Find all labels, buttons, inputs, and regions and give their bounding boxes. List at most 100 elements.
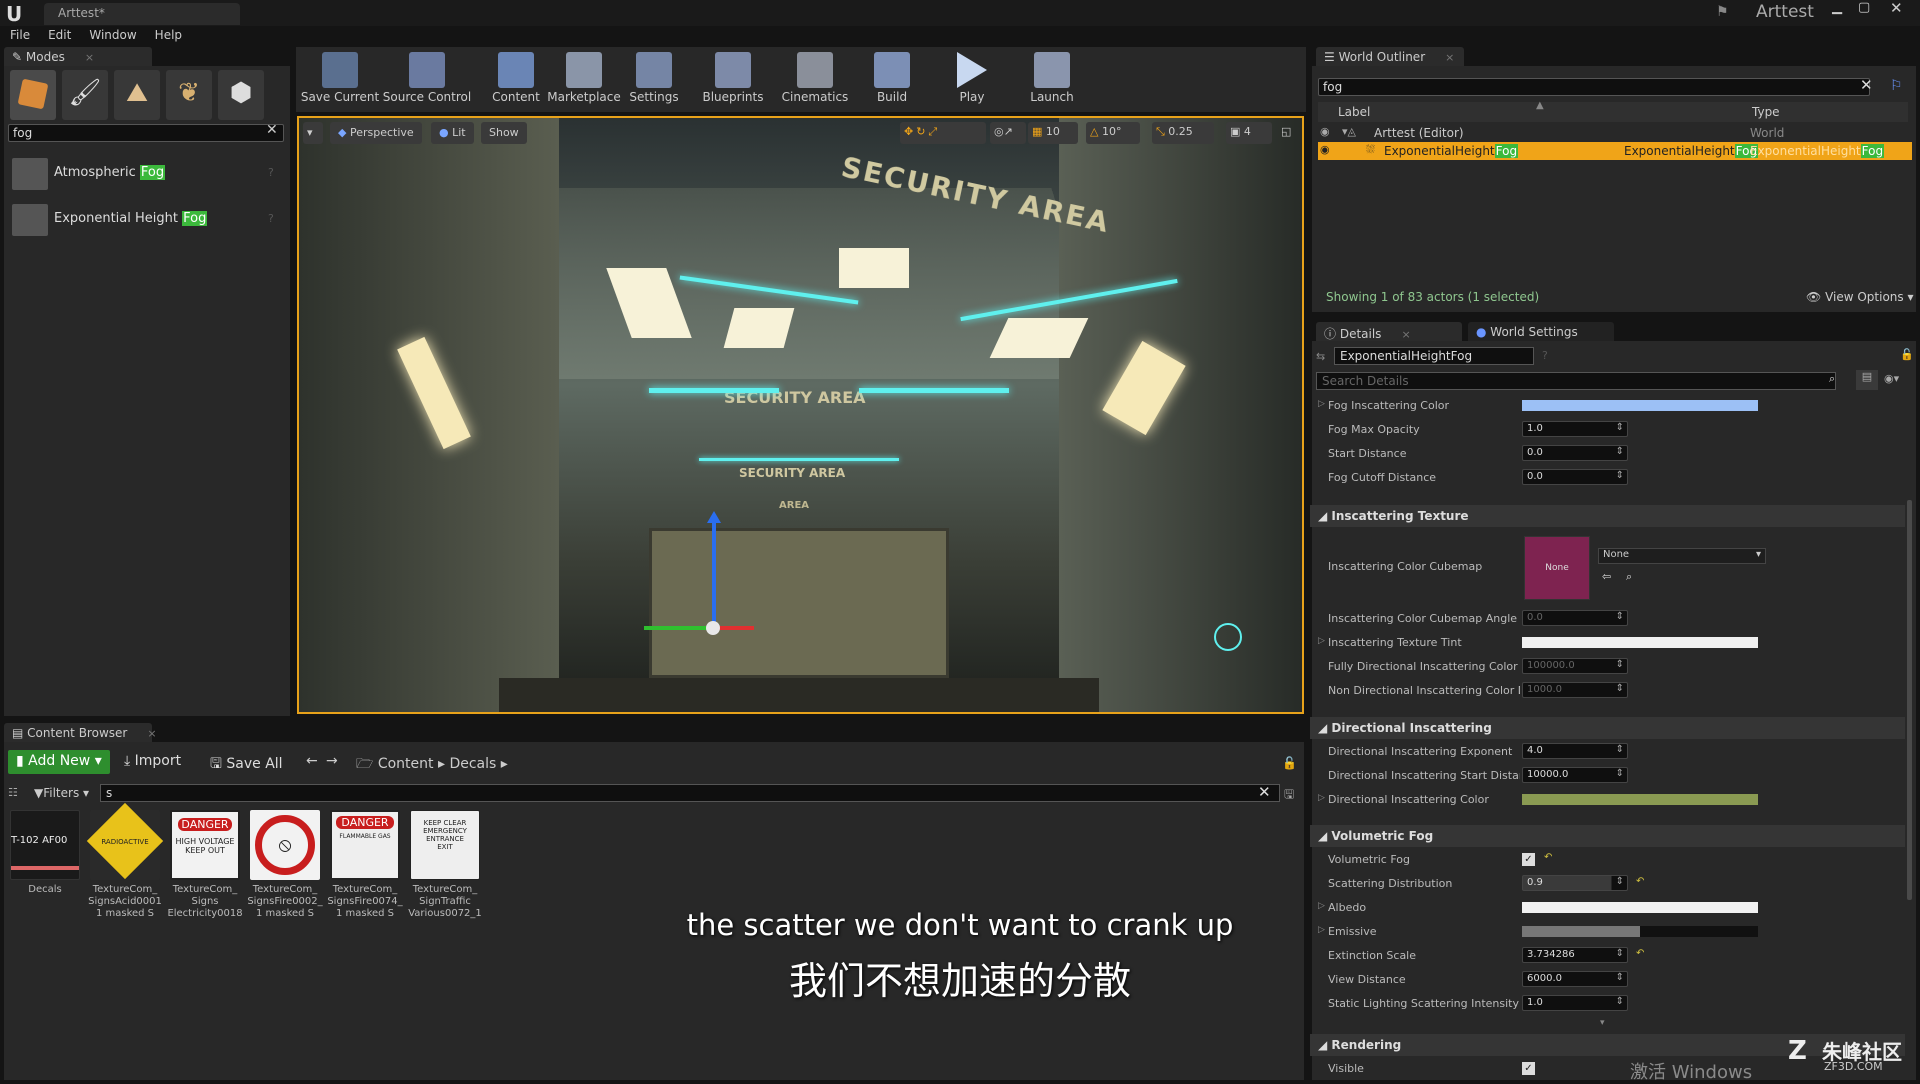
details-tab[interactable]: ⓘ Details × — [1316, 322, 1462, 341]
extinction-scale-input[interactable]: 3.734286 — [1522, 947, 1628, 963]
menu-file[interactable]: File — [10, 28, 30, 44]
property-matrix-button[interactable]: ▤ — [1856, 370, 1878, 390]
modes-item-atmospheric-fog[interactable]: Atmospheric Fog — [54, 165, 166, 180]
content-button[interactable]: Content — [488, 52, 544, 104]
view-options-button[interactable]: 👁 View Options ▾ — [1806, 290, 1914, 304]
clear-search-icon[interactable]: ✕ — [1258, 783, 1271, 801]
asset-thumbnail-fire-0074[interactable]: DANGER FLAMMABLE GAS — [330, 810, 400, 880]
directional-exponent-input[interactable]: 4.0 — [1522, 743, 1628, 759]
asset-search-input[interactable]: s — [100, 784, 1280, 802]
category-inscattering-texture[interactable]: ◢ Inscattering Texture — [1310, 505, 1905, 527]
asset-thumbnail-fire-0002[interactable]: ⦸ — [250, 810, 320, 880]
asset-thumbnail-acid[interactable]: RADIOACTIVE — [86, 802, 164, 880]
fog-cutoff-distance-input[interactable]: 0.0 — [1522, 469, 1628, 485]
geometry-mode-icon[interactable]: ⬢ — [218, 70, 264, 120]
clear-search-icon[interactable]: ✕ — [266, 122, 278, 138]
breadcrumb-content[interactable]: Content — [378, 756, 434, 772]
visibility-options-icon[interactable]: ◉▾ — [1884, 372, 1899, 385]
static-lighting-input[interactable]: 1.0 — [1522, 995, 1628, 1011]
filters-button[interactable]: ▼Filters ▾ — [34, 786, 89, 800]
gizmo-center[interactable] — [706, 621, 720, 635]
outliner-row-selected[interactable]: ◉ ⛆ ExponentialHeightFog ExponentialHeig… — [1318, 142, 1912, 160]
use-selected-icon[interactable]: ⇦ — [1602, 570, 1611, 583]
reset-icon[interactable]: ↶ — [1636, 948, 1644, 959]
emissive-color-swatch[interactable] — [1522, 926, 1758, 937]
perspective-button[interactable]: ◆ Perspective — [330, 122, 422, 144]
fog-color-swatch[interactable] — [1522, 400, 1758, 411]
world-outliner-tab[interactable]: ☰ World Outliner × — [1316, 47, 1464, 66]
landscape-mode-icon[interactable]: ⛰ — [114, 70, 160, 120]
flag-icon[interactable]: ⚑ — [1716, 4, 1729, 20]
launch-button[interactable]: Launch — [1024, 52, 1080, 104]
sort-icon[interactable]: ▲ — [1536, 100, 1544, 111]
advanced-chevron-icon[interactable]: ▾ — [1600, 1018, 1605, 1028]
gizmo-z-axis[interactable] — [712, 518, 716, 628]
cinematics-button[interactable]: Cinematics — [778, 52, 852, 104]
visible-checkbox[interactable]: ✓ — [1522, 1062, 1535, 1075]
sources-toggle-icon[interactable]: ☷ — [8, 786, 18, 799]
details-scrollbar[interactable] — [1907, 500, 1912, 900]
lit-button[interactable]: ● Lit — [431, 122, 474, 144]
play-button[interactable]: Play — [946, 52, 998, 104]
build-button[interactable]: Build — [866, 52, 918, 104]
category-volumetric-fog[interactable]: ◢ Volumetric Fog — [1310, 825, 1905, 847]
cubemap-thumbnail[interactable]: None — [1524, 536, 1590, 600]
category-directional-inscattering[interactable]: ◢ Directional Inscattering — [1310, 717, 1905, 739]
gizmo-x-axis[interactable] — [714, 626, 754, 630]
column-label[interactable]: Label — [1338, 105, 1370, 119]
menu-window[interactable]: Window — [89, 28, 136, 44]
save-all-button[interactable]: 🖫 Save All — [210, 753, 283, 777]
breadcrumb-decals[interactable]: Decals — [449, 756, 496, 772]
help-icon[interactable]: ? — [1542, 349, 1548, 362]
fog-max-opacity-input[interactable]: 1.0 — [1522, 421, 1628, 437]
save-search-icon[interactable]: 🖫 — [1284, 785, 1294, 806]
menu-help[interactable]: Help — [155, 28, 182, 44]
clear-search-icon[interactable]: ✕ — [1860, 76, 1873, 94]
source-control-button[interactable]: Source Control — [382, 52, 472, 104]
expand-icon[interactable]: ▷ — [1318, 399, 1325, 409]
marketplace-button[interactable]: Marketplace — [547, 52, 621, 104]
close-icon[interactable]: × — [147, 727, 156, 740]
close-icon[interactable]: × — [1445, 51, 1454, 64]
volumetric-fog-checkbox[interactable]: ✓ — [1522, 853, 1535, 866]
expand-icon[interactable]: ▷ — [1318, 636, 1325, 646]
show-button[interactable]: Show — [481, 122, 527, 144]
modes-search-input[interactable]: fog — [8, 124, 284, 142]
fully-directional-input[interactable]: 100000.0 — [1522, 658, 1628, 674]
help-icon[interactable]: ? — [268, 166, 274, 179]
lock-icon[interactable]: 🔓 — [1900, 348, 1914, 361]
gizmo-z-arrow[interactable] — [707, 511, 721, 523]
maximize-button[interactable]: ▢ — [1858, 0, 1870, 15]
actor-name-field[interactable]: ExponentialHeightFog — [1334, 347, 1534, 365]
column-type[interactable]: Type — [1752, 105, 1780, 119]
search-details-input[interactable]: Search Details — [1316, 372, 1836, 390]
close-button[interactable]: ✕ — [1890, 0, 1903, 17]
minimize-button[interactable]: ▁ — [1832, 0, 1842, 15]
level-viewport[interactable]: SECURITY AREA SECURITY AREA SECURITY ARE… — [297, 116, 1304, 714]
albedo-color-swatch[interactable] — [1522, 902, 1758, 913]
view-distance-input[interactable]: 6000.0 — [1522, 971, 1628, 987]
asset-thumbnail-electricity[interactable]: DANGER HIGH VOLTAGE KEEP OUT — [170, 810, 240, 880]
help-icon[interactable]: ? — [268, 212, 274, 225]
coord-space-button[interactable]: ◎↗ — [990, 122, 1026, 144]
category-rendering[interactable]: ◢ Rendering — [1310, 1034, 1905, 1056]
asset-thumbnail-traffic[interactable]: KEEP CLEAR EMERGENCY ENTRANCE EXIT — [410, 810, 480, 880]
outliner-search-input[interactable]: fog — [1318, 78, 1870, 96]
lock-icon[interactable]: 🔓 — [1282, 756, 1297, 770]
blueprints-button[interactable]: Blueprints — [700, 52, 766, 104]
eye-icon[interactable]: ◉ — [1320, 143, 1330, 156]
search-icon[interactable]: ⌕ — [1829, 372, 1835, 386]
directional-start-distance-input[interactable]: 10000.0 — [1522, 767, 1628, 783]
gizmo-y-axis[interactable] — [644, 626, 712, 630]
non-directional-input[interactable]: 1000.0 — [1522, 682, 1628, 698]
place-mode-icon[interactable] — [10, 70, 56, 120]
reset-icon[interactable]: ↶ — [1544, 852, 1552, 863]
tint-color-swatch[interactable] — [1522, 637, 1758, 648]
start-distance-input[interactable]: 0.0 — [1522, 445, 1628, 461]
scattering-distribution-input[interactable]: 0.9 — [1522, 875, 1628, 891]
viewport-options-button[interactable]: ▾ — [303, 122, 323, 144]
maximize-viewport-button[interactable]: ◱ — [1278, 122, 1298, 144]
world-settings-tab[interactable]: ● World Settings — [1468, 322, 1614, 341]
settings-button[interactable]: Settings — [624, 52, 684, 104]
foliage-mode-icon[interactable]: ❦ — [166, 70, 212, 120]
